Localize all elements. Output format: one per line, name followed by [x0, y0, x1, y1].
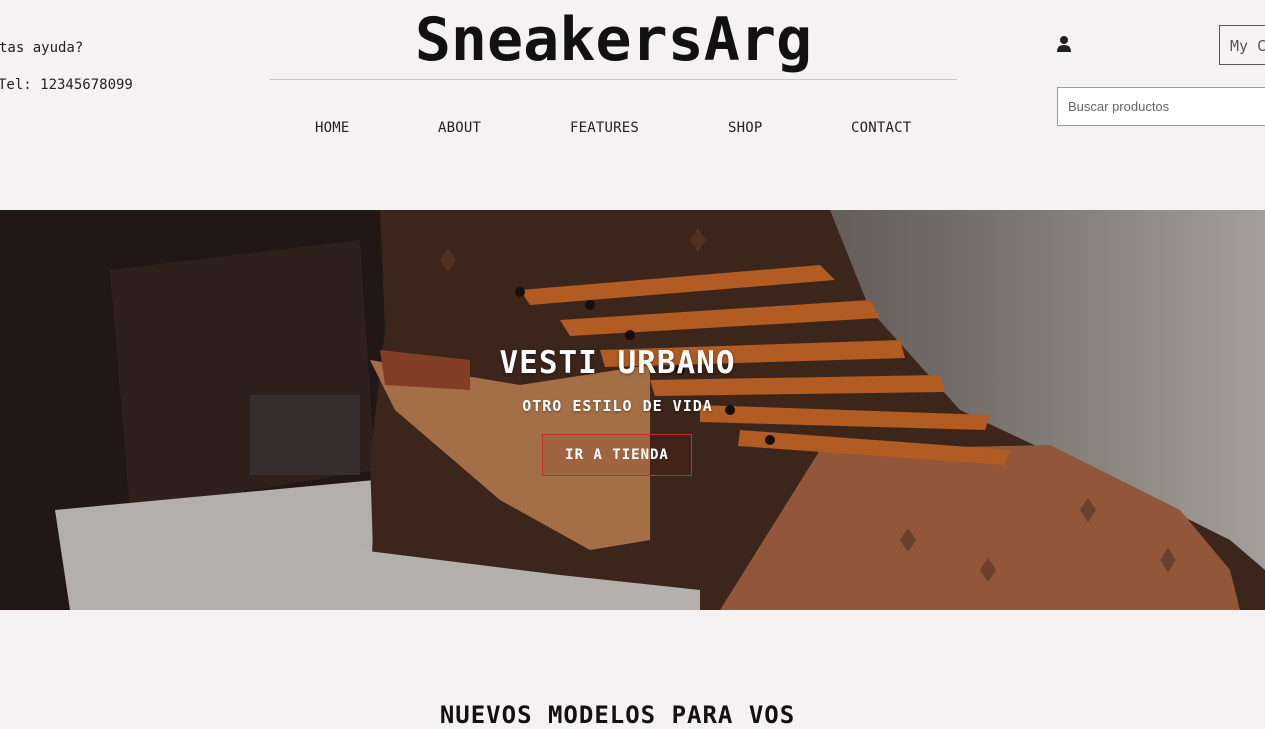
search-input[interactable] — [1057, 87, 1265, 126]
nav-contact[interactable]: CONTACT — [851, 120, 911, 136]
hero-banner: VESTI URBANO OTRO ESTILO DE VIDA IR A TI… — [0, 210, 1265, 610]
nav-shop[interactable]: SHOP — [728, 120, 763, 136]
nav-about[interactable]: ABOUT — [438, 120, 481, 136]
new-models-heading: NUEVOS MODELOS PARA VOS — [439, 700, 796, 729]
brand-logo[interactable]: SneakersArg — [270, 2, 957, 78]
shop-cta-button[interactable]: IR A TIENDA — [542, 434, 692, 476]
contact-question: ¿Necesitas ayuda? — [0, 40, 84, 56]
nav-home[interactable]: HOME — [315, 120, 350, 136]
user-icon[interactable] — [1056, 35, 1072, 53]
contact-phone: Tel: 12345678099 — [0, 77, 133, 93]
main-nav: HOME ABOUT FEATURES SHOP CONTACT — [270, 120, 957, 142]
hero-title: VESTI URBANO — [499, 345, 736, 381]
hero-subtitle: OTRO ESTILO DE VIDA — [522, 397, 713, 415]
nav-features[interactable]: FEATURES — [570, 120, 639, 136]
my-cart-button[interactable]: My Cart — [1219, 25, 1265, 65]
header-divider — [270, 79, 957, 80]
